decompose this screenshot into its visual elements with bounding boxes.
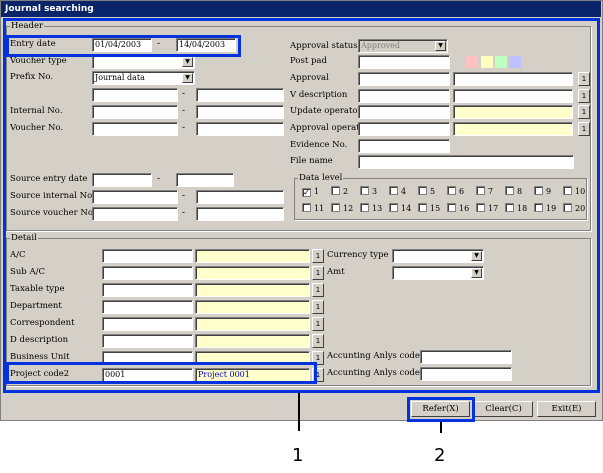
clear-button[interactable]: Clear(C) xyxy=(474,401,533,417)
callout-2-line xyxy=(440,422,442,433)
main-area-highlight xyxy=(3,18,600,393)
callout-1-line xyxy=(298,393,300,431)
callout-2: 2 xyxy=(434,445,446,466)
entry-date-highlight xyxy=(6,35,241,57)
project-code-highlight xyxy=(6,362,317,384)
refer-button-highlight xyxy=(407,397,475,422)
exit-button[interactable]: Exit(E) xyxy=(537,401,596,417)
callout-1: 1 xyxy=(292,445,304,466)
window-title: Journal searching xyxy=(1,1,601,17)
